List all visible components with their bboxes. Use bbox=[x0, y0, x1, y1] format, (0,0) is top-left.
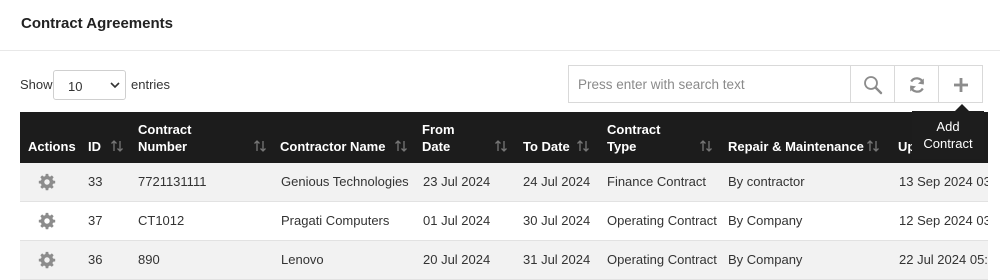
cell-from-date: 23 Jul 2024 bbox=[423, 174, 491, 189]
column-header-actions: Actions bbox=[28, 139, 76, 154]
add-contract-tooltip: Add Contract bbox=[912, 111, 984, 159]
cell-from-date: 01 Jul 2024 bbox=[423, 213, 491, 228]
entries-select-value: 10 bbox=[68, 79, 83, 94]
cell-updated: 12 Sep 2024 03: bbox=[899, 213, 988, 228]
cell-contract-number: CT1012 bbox=[138, 213, 185, 228]
column-header-contract-type-line2: Type bbox=[607, 139, 637, 154]
cell-contractor-name: Genious Technologies bbox=[281, 174, 409, 189]
table-row: 37 CT1012 Pragati Computers 01 Jul 2024 … bbox=[20, 202, 988, 241]
cell-updated: 22 Jul 2024 05:5 bbox=[899, 252, 988, 267]
cell-contract-type: Finance Contract bbox=[607, 174, 706, 189]
plus-icon bbox=[954, 78, 968, 92]
entries-select[interactable]: 10 bbox=[53, 70, 126, 100]
gear-icon[interactable] bbox=[38, 212, 56, 230]
cell-contract-type: Operating Contract bbox=[607, 252, 717, 267]
contracts-table-body: 33 7721131111 Genious Technologies 23 Ju… bbox=[20, 163, 988, 280]
refresh-button[interactable] bbox=[894, 65, 939, 103]
table-row: 33 7721131111 Genious Technologies 23 Ju… bbox=[20, 163, 988, 202]
cell-contract-type: Operating Contract bbox=[607, 213, 717, 228]
column-header-contractor-name[interactable]: Contractor Name bbox=[280, 138, 385, 155]
page-header: Contract Agreements bbox=[0, 0, 1000, 51]
column-header-id[interactable]: ID bbox=[88, 138, 101, 155]
cell-repair-maintenance: By Company bbox=[728, 213, 803, 228]
search-button[interactable] bbox=[850, 65, 895, 103]
sort-icon[interactable] bbox=[253, 139, 267, 153]
cell-to-date: 30 Jul 2024 bbox=[523, 213, 591, 228]
chevron-down-icon bbox=[110, 82, 120, 89]
sort-icon[interactable] bbox=[110, 139, 124, 153]
column-header-contract-type-line1: Contract bbox=[607, 122, 661, 137]
cell-to-date: 31 Jul 2024 bbox=[523, 252, 591, 267]
cell-id: 33 bbox=[88, 174, 103, 189]
entries-label: entries bbox=[131, 77, 171, 92]
cell-repair-maintenance: By contractor bbox=[728, 174, 805, 189]
add-contract-button[interactable] bbox=[938, 65, 983, 103]
cell-id: 36 bbox=[88, 252, 103, 267]
sort-icon[interactable] bbox=[699, 139, 713, 153]
search-placeholder: Press enter with search text bbox=[578, 77, 745, 92]
cell-contract-number: 890 bbox=[138, 252, 160, 267]
column-header-from-date-line2: Date bbox=[422, 139, 451, 154]
column-header-contract-number-line1: Contract bbox=[138, 122, 192, 137]
cell-from-date: 20 Jul 2024 bbox=[423, 252, 491, 267]
page-title: Contract Agreements bbox=[21, 15, 173, 32]
search-icon bbox=[864, 76, 883, 95]
sort-icon[interactable] bbox=[576, 139, 590, 153]
cell-contractor-name: Pragati Computers bbox=[281, 213, 390, 228]
show-label: Show bbox=[20, 77, 53, 92]
gear-icon[interactable] bbox=[38, 251, 56, 269]
sort-icon[interactable] bbox=[494, 139, 508, 153]
sort-icon[interactable] bbox=[866, 139, 880, 153]
cell-id: 37 bbox=[88, 213, 103, 228]
column-header-from-date-line1: From bbox=[422, 122, 455, 137]
cell-contractor-name: Lenovo bbox=[281, 252, 324, 267]
column-header-to-date[interactable]: To Date bbox=[523, 138, 570, 155]
cell-updated: 13 Sep 2024 03: bbox=[899, 174, 988, 189]
cell-contract-number: 7721131111 bbox=[138, 174, 207, 189]
refresh-icon bbox=[909, 77, 925, 93]
search-input[interactable]: Press enter with search text bbox=[568, 65, 851, 103]
table-header: Actions ID Contract Number Contractor Na… bbox=[20, 112, 988, 163]
tooltip-arrow bbox=[955, 104, 969, 111]
column-header-repair-maintenance[interactable]: Repair & Maintenance bbox=[728, 138, 864, 155]
table-row: 36 890 Lenovo 20 Jul 2024 31 Jul 2024 Op… bbox=[20, 241, 988, 280]
column-header-contract-number[interactable]: Contract Number bbox=[138, 121, 191, 155]
cell-to-date: 24 Jul 2024 bbox=[523, 174, 591, 189]
gear-icon[interactable] bbox=[38, 173, 56, 191]
column-header-from-date[interactable]: From Date bbox=[422, 121, 455, 155]
cell-repair-maintenance: By Company bbox=[728, 252, 803, 267]
sort-icon[interactable] bbox=[394, 139, 408, 153]
column-header-contract-type[interactable]: Contract Type bbox=[607, 121, 660, 155]
column-header-contract-number-line2: Number bbox=[138, 139, 188, 154]
